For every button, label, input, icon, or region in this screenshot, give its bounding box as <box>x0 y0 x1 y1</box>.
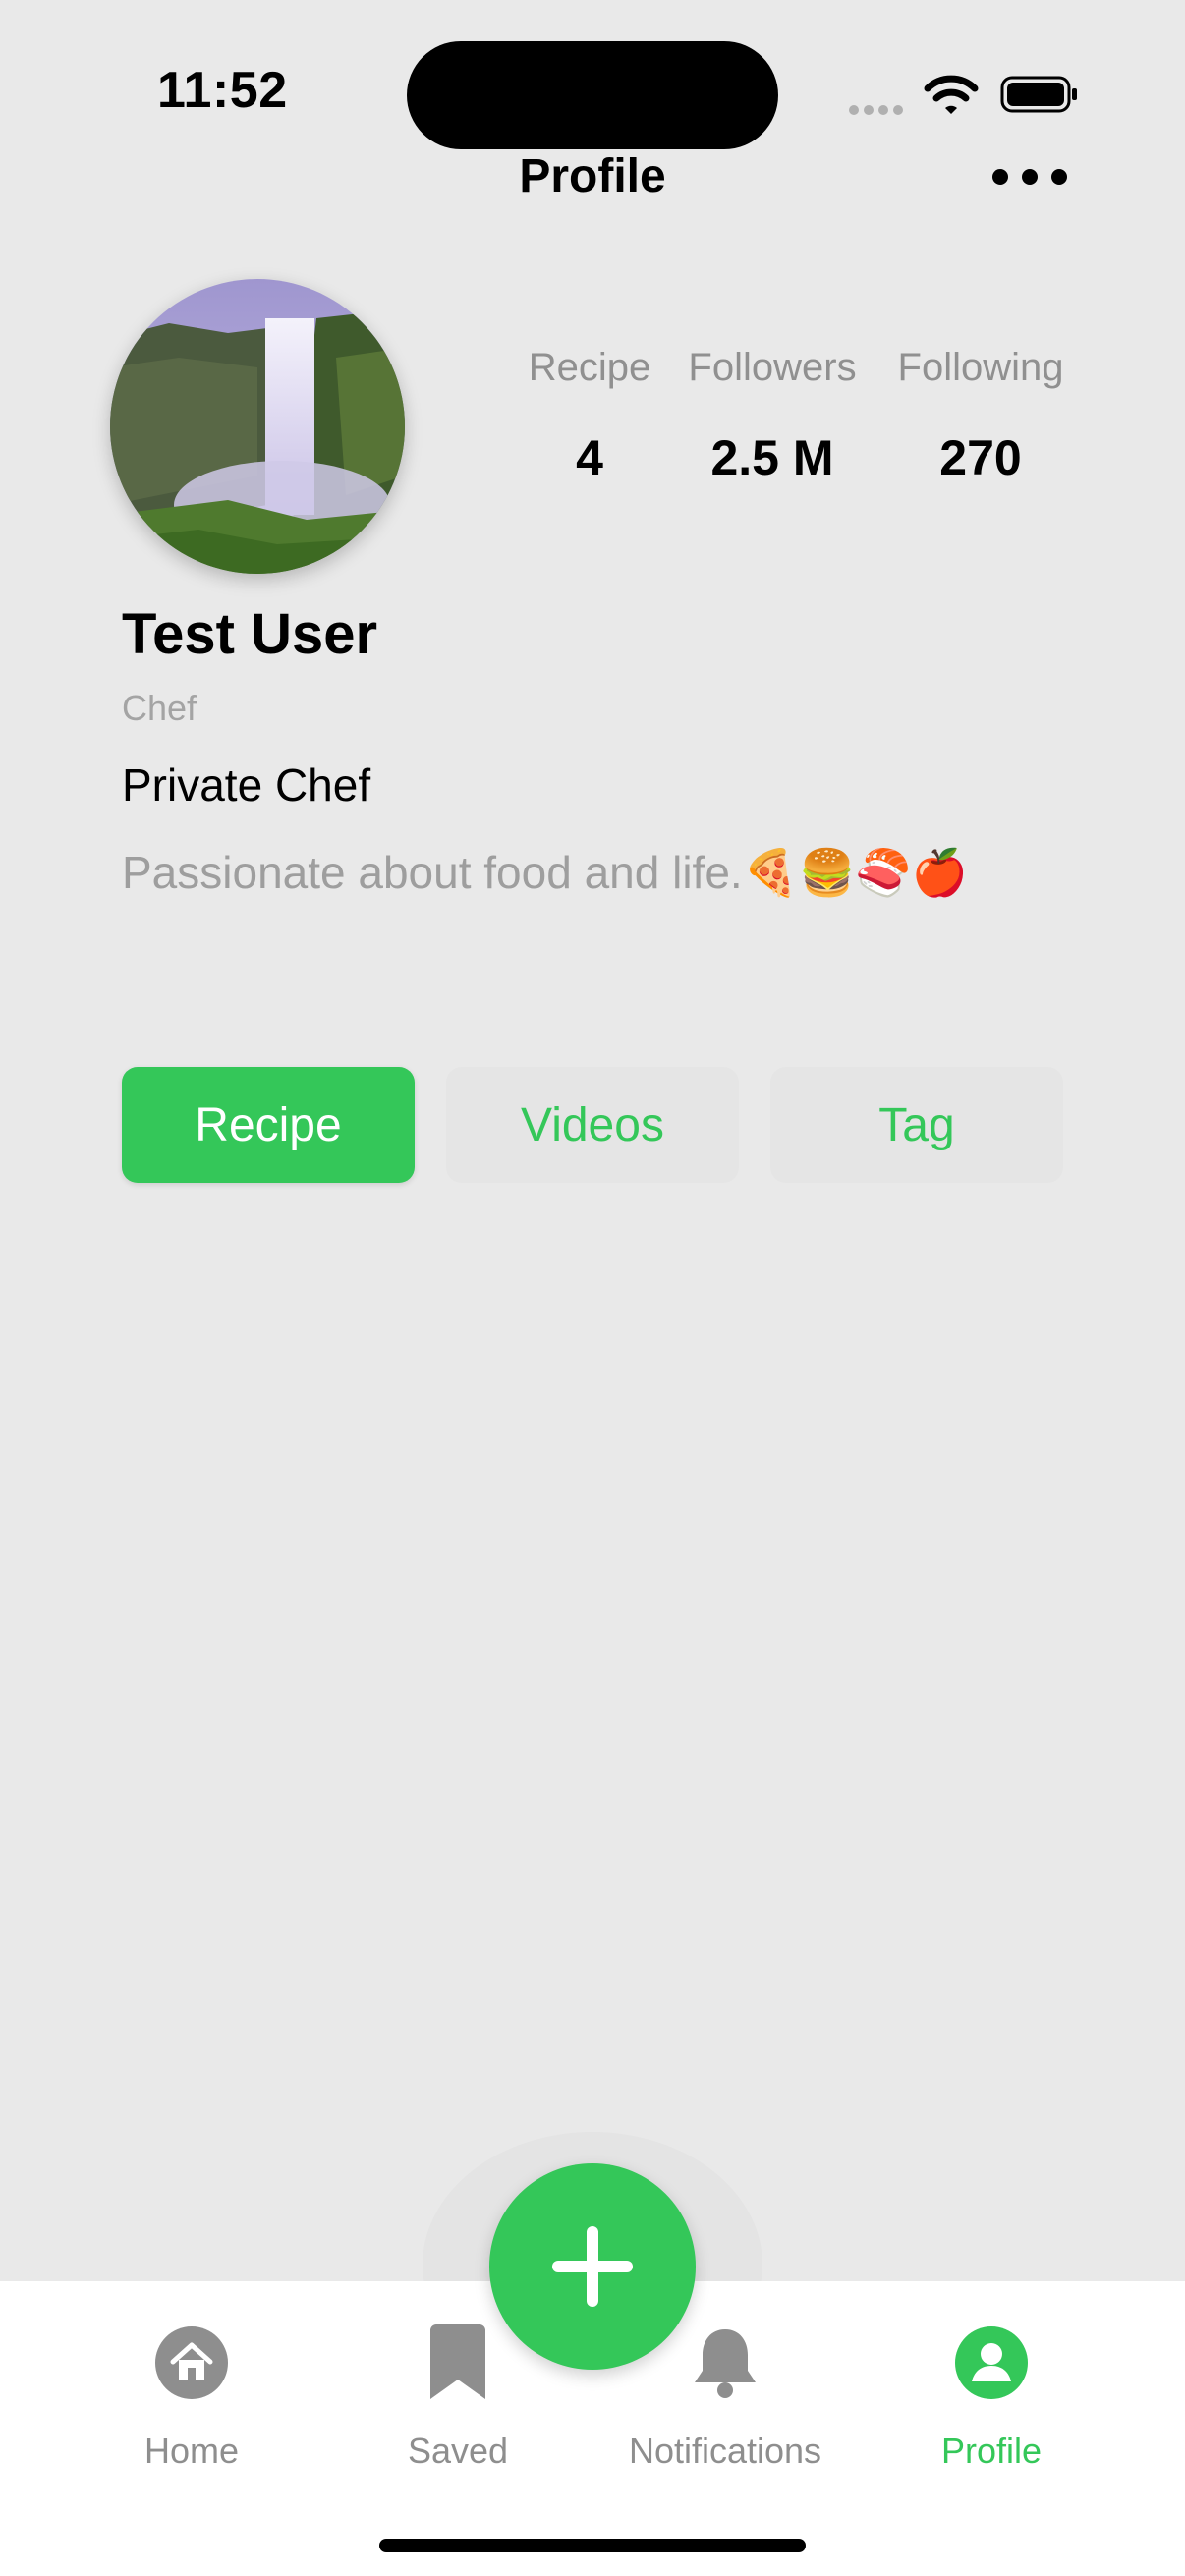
nav-label: Profile <box>940 2431 1043 2471</box>
user-name: Test User <box>122 602 378 666</box>
dynamic-island <box>407 41 778 149</box>
stat-following[interactable]: Following 270 <box>873 346 1089 486</box>
stat-value: 270 <box>939 430 1022 485</box>
bell-icon <box>695 2329 756 2398</box>
more-options-icon[interactable] <box>992 163 1067 191</box>
tab-recipe[interactable]: Recipe <box>122 1067 415 1183</box>
cellular-signal-icon <box>849 102 908 120</box>
status-time: 11:52 <box>157 62 288 119</box>
nav-label: Notifications <box>628 2431 822 2471</box>
tab-videos[interactable]: Videos <box>446 1067 739 1183</box>
nav-label: Saved <box>407 2431 509 2471</box>
nav-profile[interactable]: Profile <box>874 2319 1109 2472</box>
user-bio: Passionate about food and life.🍕🍔🍣🍎 <box>122 847 968 898</box>
user-title: Private Chef <box>122 759 371 811</box>
battery-icon <box>1000 76 1077 113</box>
add-button[interactable] <box>489 2163 696 2370</box>
stat-label: Following <box>897 346 1064 389</box>
avatar[interactable] <box>110 279 405 574</box>
bookmark-icon <box>430 2324 485 2399</box>
nav-label: Home <box>143 2431 240 2471</box>
stat-label: Followers <box>688 346 857 389</box>
home-indicator <box>379 2539 806 2552</box>
nav-home[interactable]: Home <box>74 2319 310 2472</box>
stat-followers[interactable]: Followers 2.5 M <box>664 346 880 486</box>
wifi-icon <box>924 75 979 114</box>
home-icon <box>155 2326 228 2399</box>
stat-value: 2.5 M <box>710 430 834 485</box>
user-role: Chef <box>122 688 198 728</box>
person-icon <box>955 2326 1028 2399</box>
tab-tag[interactable]: Tag <box>770 1067 1063 1183</box>
